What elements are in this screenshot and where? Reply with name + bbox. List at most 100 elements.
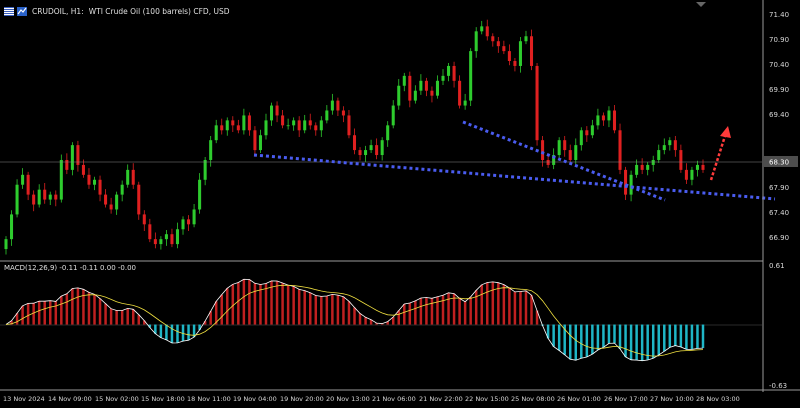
candle-body [480,26,484,32]
price-tick-label: 71.40 [769,11,789,19]
candle-body [15,184,19,215]
price-chart[interactable]: 71.40 70.90 70.40 69.90 69.40 67.90 67.4… [0,0,800,408]
candle-body [364,150,368,156]
candle-body [607,110,611,121]
candle-body [341,110,345,116]
candle-body [673,140,677,151]
candle-body [253,130,257,151]
candle-body [624,169,628,195]
candle-body [325,110,329,121]
candle-body [474,31,478,52]
candle-body [153,239,157,245]
scroll-marker-icon[interactable] [696,2,706,7]
time-tick-label: 21 Nov 22:00 [419,395,463,403]
candle-body [458,80,462,106]
candle-body [347,115,351,136]
candle-body [275,105,279,116]
candle-body [159,239,163,245]
candle-body [585,130,589,136]
candle-body [231,120,235,126]
time-tick-label: 13 Nov 2024 [3,395,45,403]
candle-body [187,219,191,225]
chart-type-icon[interactable] [17,6,27,16]
candle-body [535,65,539,141]
candle-body [236,125,240,131]
candle-body [502,46,506,52]
chart-header: CRUDOIL, H1: WTI Crude Oil (100 barrels)… [4,5,230,17]
candle-body [430,90,434,96]
candle-body [541,140,545,160]
current-price-label: 68.30 [769,159,789,167]
candle-body [684,169,688,180]
price-tick-label: 69.90 [769,86,789,94]
trendline-upper [253,153,776,201]
flag-icon[interactable] [4,6,14,16]
candle-body [496,41,500,47]
candle-body [507,51,511,62]
candle-body [264,120,268,136]
candle-body [98,179,102,195]
candle-body [214,125,218,141]
candle-body [70,145,74,170]
candle-body [662,145,666,151]
candle-body [640,164,644,170]
candle-body [375,145,379,156]
candle-body [690,169,694,180]
candle-body [225,120,229,131]
candle-body [513,61,517,66]
candle-body [32,194,36,205]
time-tick-label: 27 Nov 10:00 [650,395,694,403]
candle-body [281,115,285,126]
candle-body [590,125,594,136]
candle-body [668,140,672,146]
candle-body [109,204,113,210]
candle-body [54,194,58,200]
candle-body [37,189,41,205]
time-tick-label: 18 Nov 11:00 [187,395,231,403]
candle-body [181,219,185,230]
forecast-arrow [709,126,731,181]
time-tick-label: 28 Nov 03:00 [696,395,740,403]
candle-body [209,140,213,160]
candle-body [314,125,318,131]
time-tick-label: 21 Nov 06:00 [372,395,416,403]
symbol-label: CRUDOIL, H1: [32,6,84,16]
candle-body [596,115,600,126]
candle-body [303,120,307,131]
candle-body [48,194,52,200]
candle-body [441,75,445,81]
candle-body [358,150,362,156]
candle-body [220,125,224,131]
time-axis[interactable]: 13 Nov 2024 14 Nov 09:00 15 Nov 02:00 15… [3,395,740,403]
candle-body [92,179,97,185]
macd-pane [0,278,762,362]
candle-body [629,174,633,195]
candle-body [491,36,495,42]
candle-body [435,80,439,96]
price-pane [0,19,776,255]
candle-body [701,164,705,170]
candle-body [319,120,323,131]
candle-body [679,150,683,170]
price-axis[interactable]: 71.40 70.90 70.40 69.90 69.40 67.90 67.4… [764,11,798,390]
candle-body [87,174,91,185]
candle-body [419,80,423,91]
instrument-description: WTI Crude Oil (100 barrels) CFD, USD [88,6,230,16]
candle-body [646,164,650,170]
candle-body [59,159,63,200]
candle-body [563,140,567,151]
candle-body [10,214,14,240]
candle-body [131,169,135,185]
candle-body [380,140,384,156]
candle-body [198,179,202,210]
candle-body [43,189,47,200]
candle-body [557,140,561,156]
candle-body [386,125,390,141]
candle-body [413,90,417,101]
time-tick-label: 20 Nov 13:00 [326,395,370,403]
candle-body [408,75,412,101]
candle-body [612,110,617,131]
trendline-lower [462,120,666,202]
candle-body [4,239,8,250]
candle-body [579,130,583,146]
